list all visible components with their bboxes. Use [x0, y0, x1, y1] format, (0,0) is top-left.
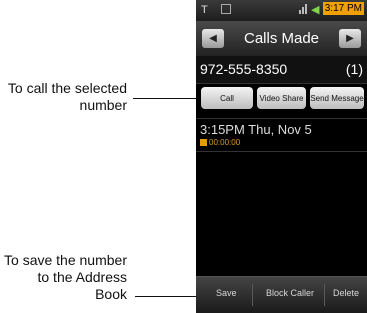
action-row: Call Video Share Send Message [196, 84, 367, 112]
save-button[interactable]: Save [216, 288, 237, 298]
call-duration-value: 00:00:00 [209, 138, 241, 147]
divider [252, 284, 253, 306]
callout-call: To call the selected number [7, 80, 127, 113]
speaker-icon: ◀ [311, 4, 320, 16]
divider [324, 284, 325, 306]
network-icon [299, 4, 307, 14]
status-time: 3:17 PM [322, 2, 364, 15]
signal-strength-icon: T [201, 4, 208, 16]
callout-line-save [135, 296, 196, 297]
send-message-button[interactable]: Send Message [310, 87, 364, 109]
next-icon[interactable]: ▶ [339, 29, 361, 48]
delete-button[interactable]: Delete [333, 288, 359, 298]
notification-icon [221, 4, 231, 14]
call-count: (1) [345, 61, 363, 77]
phone-number: 972-555-8350 [200, 61, 288, 77]
call-datetime: 3:15PM Thu, Nov 5 [200, 122, 312, 137]
callout-line-call [133, 98, 196, 99]
title-bar: ◀ Calls Made ▶ [196, 21, 367, 56]
call-log-entry[interactable]: 3:15PM Thu, Nov 5 00:00:00 [196, 118, 367, 152]
status-bar: T ◀ 3:17 PM [196, 0, 367, 21]
call-button[interactable]: Call [201, 87, 253, 109]
call-duration: 00:00:00 [200, 138, 240, 147]
video-share-button[interactable]: Video Share [257, 87, 306, 109]
bottom-bar: Save Block Caller Delete [196, 276, 367, 313]
outgoing-call-icon [200, 139, 207, 146]
number-bar: 972-555-8350 (1) [196, 56, 367, 84]
block-caller-button[interactable]: Block Caller [266, 288, 314, 298]
phone-screen: T ◀ 3:17 PM ◀ Calls Made ▶ 972-555-8350 … [196, 0, 367, 313]
callout-save: To save the number to the Address Book [4, 252, 127, 302]
